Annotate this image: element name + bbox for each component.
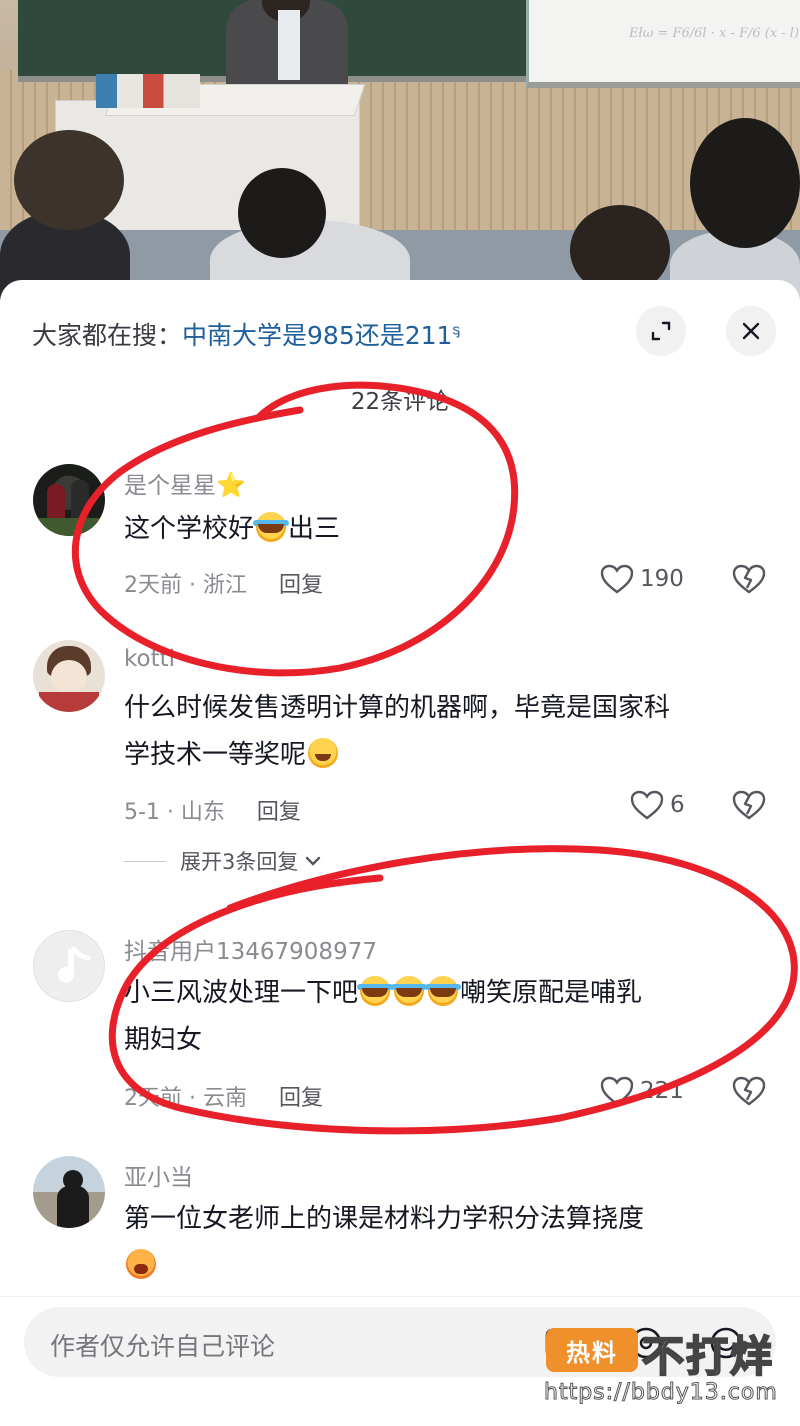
board-formula: Ełω = F6/6l · x - F/6 (x - l) — [629, 26, 800, 41]
time-location: 2天前 · 云南 — [124, 1086, 247, 1111]
expand-replies-button[interactable]: 展开3条回复 — [180, 846, 322, 876]
reply-button[interactable]: 回复 — [279, 1086, 323, 1111]
video-background: Ełω = F6/6l · x - F/6 (x - l) — [0, 0, 800, 300]
avatar[interactable] — [33, 640, 105, 712]
comment-meta: 2天前 · 浙江 回复 — [124, 567, 323, 599]
search-hint-keyword[interactable]: 中南大学是985还是211 — [182, 321, 452, 350]
expand-divider — [124, 861, 166, 862]
reply-button[interactable]: 回复 — [279, 573, 323, 598]
chevron-down-icon — [306, 856, 321, 866]
like-button[interactable]: 190 — [600, 564, 684, 594]
username[interactable]: 是个星星⭐ — [124, 466, 246, 500]
default-avatar-icon — [58, 946, 91, 983]
dislike-button[interactable] — [732, 790, 766, 824]
comment-meta: 5-1 · 山东 回复 — [124, 794, 301, 826]
expand-icon — [651, 321, 671, 341]
star-icon: ⭐ — [216, 471, 246, 499]
search-hint-icon: ᶊ — [452, 320, 460, 339]
podium-items — [96, 74, 200, 108]
watermark-badge: 热料 — [546, 1328, 638, 1372]
comment-text: 小三风波处理一下吧 嘲笑原配是哺乳 期妇女 — [124, 976, 643, 1055]
time-location: 5-1 · 山东 — [124, 800, 225, 825]
comment-panel: 大家都在搜：中南大学是985还是211ᶊ 22条评论 是个星星⭐ 这个学校好 出三… — [0, 280, 800, 1426]
comment-meta: 2天前 · 云南 回复 — [124, 1080, 323, 1112]
time-location: 2天前 · 浙江 — [124, 573, 247, 598]
username[interactable]: 亚小当 — [124, 1158, 193, 1192]
close-icon — [742, 322, 760, 340]
username[interactable]: 抖音用户13467908977 — [124, 932, 377, 966]
comment-count: 22条评论 — [350, 389, 450, 415]
dislike-button[interactable] — [732, 1076, 766, 1110]
close-button[interactable] — [726, 306, 776, 356]
broken-heart-icon — [732, 564, 766, 594]
whiteboard: Ełω = F6/6l · x - F/6 (x - l) — [526, 0, 800, 88]
search-hint[interactable]: 大家都在搜：中南大学是985还是211ᶊ — [32, 316, 460, 352]
like-button[interactable]: 221 — [600, 1076, 684, 1106]
comment-text: 什么时候发售透明计算的机器啊，毕竟是国家科 学技术一等奖呢 — [124, 693, 671, 770]
avatar[interactable] — [33, 930, 105, 1002]
student-left-head — [14, 130, 124, 230]
crying-laugh-emoji — [357, 976, 394, 1006]
heart-icon — [630, 790, 664, 820]
comment-text: 第一位女老师上的课是材料力学积分法算挠度 — [124, 1196, 764, 1290]
crying-laugh-emoji — [425, 976, 462, 1006]
avatar[interactable] — [33, 464, 105, 536]
reply-button[interactable]: 回复 — [257, 800, 301, 825]
heart-icon — [600, 1076, 634, 1106]
dislike-button[interactable] — [732, 564, 766, 598]
like-count: 221 — [640, 1078, 684, 1104]
comment-text: 这个学校好 出三 — [124, 512, 341, 544]
student-right-head — [690, 118, 800, 248]
heart-icon — [600, 564, 634, 594]
expand-button[interactable] — [636, 306, 686, 356]
username[interactable]: kotti — [124, 646, 175, 672]
search-hint-prefix: 大家都在搜： — [32, 321, 183, 350]
crying-laugh-emoji — [391, 976, 428, 1006]
laughing-emoji — [126, 1249, 156, 1279]
like-button[interactable]: 6 — [630, 790, 685, 820]
broken-heart-icon — [732, 1076, 766, 1106]
watermark-text: 不打烊 — [641, 1331, 775, 1382]
like-count: 6 — [670, 792, 685, 818]
student-middle-head — [238, 168, 326, 258]
broken-heart-icon — [732, 790, 766, 820]
teacher-shirt — [278, 10, 300, 80]
comment-input-placeholder: 作者仅允许自己评论 — [50, 1332, 276, 1361]
watermark-url: https://bbdy13.com — [544, 1380, 778, 1406]
smile-emoji — [308, 738, 339, 768]
crying-laugh-emoji — [253, 512, 290, 542]
avatar[interactable] — [33, 1156, 105, 1228]
like-count: 190 — [640, 566, 684, 592]
